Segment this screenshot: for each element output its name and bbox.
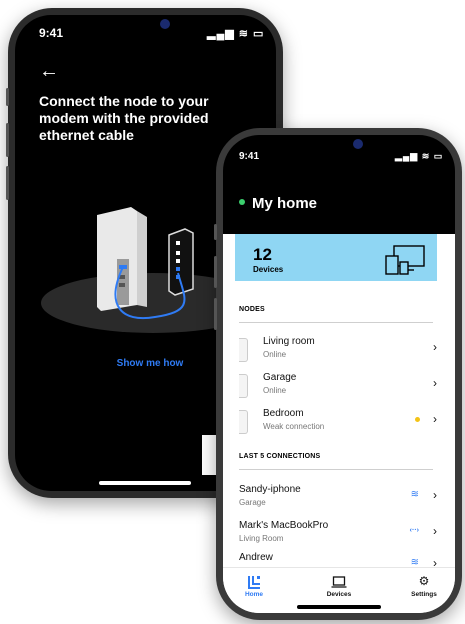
volume-down-button [214,298,217,330]
home-logo-icon [248,576,260,589]
node-status: Online [263,386,287,395]
home-indicator [297,605,381,609]
node-icon [239,374,248,398]
status-time: 9:41 [39,26,64,40]
node-status: Weak connection [263,422,325,431]
tab-label: Home [244,591,264,598]
tab-devices[interactable]: Devices [314,574,364,598]
connection-row-marks-macbookpro[interactable]: Mark's MacBookPro Living Room ‹··› › [239,518,437,552]
status-icons: ▂▄▆ ≋ ▭ [207,28,265,40]
node-icon [239,410,248,434]
notch [291,135,389,157]
camera-icon [160,19,170,29]
status-icons: ▂▄▆ ≋ ▭ [395,151,444,161]
node-row-living-room[interactable]: Living room Online › [239,334,437,368]
tab-bar: Home Devices ⚙ Settings [223,567,455,613]
mute-switch [6,88,9,106]
volume-down-button [6,166,9,200]
connections-header: LAST 5 CONNECTIONS [239,453,321,460]
home-indicator [99,481,191,485]
node-row-garage[interactable]: Garage Online › [239,370,437,404]
home-panel: 12 Devices NODES Living room Online › Ga… [223,234,455,613]
home-title: My home [239,195,317,212]
tab-label: Settings [411,591,437,598]
divider [239,469,433,470]
connection-location: Garage [239,498,266,507]
camera-icon [353,139,363,149]
devices-icon [385,245,425,275]
tab-label: Devices [326,591,352,598]
devices-count: 12 [253,245,272,264]
node-status: Online [263,350,287,359]
connection-location: Living Room [239,534,284,543]
connection-name: Mark's MacBookPro [239,520,329,531]
chevron-right-icon: › [433,340,437,354]
setup-title: Connect the node to your modem with the … [39,93,209,143]
node-icon [239,338,248,362]
phone-dashboard: 9:41 ▂▄▆ ≋ ▭ My home 12 Devices NODES Li… [214,128,462,620]
divider [239,322,433,323]
notch [90,15,200,37]
online-dot [239,199,245,206]
node-row-bedroom[interactable]: Bedroom Weak connection › [239,406,437,440]
chevron-right-icon: › [433,488,437,502]
nodes-header: NODES [239,306,265,313]
node-name: Garage [263,372,297,383]
ethernet-icon: ‹··› [409,527,419,534]
chevron-right-icon: › [433,376,437,390]
connection-name: Andrew [239,552,273,563]
node-name: Living room [263,336,315,347]
warning-dot-icon [415,417,420,422]
dashboard-screen: 9:41 ▂▄▆ ≋ ▭ My home 12 Devices NODES Li… [223,135,455,613]
status-time: 9:41 [239,151,260,162]
connection-row-sandy-iphone[interactable]: Sandy-iphone Garage ≋ › [239,482,437,516]
chevron-right-icon: › [433,524,437,538]
gear-icon: ⚙ [418,574,430,588]
devices-card[interactable]: 12 Devices [235,234,437,281]
tab-home[interactable]: Home [229,574,279,598]
volume-up-button [214,256,217,288]
show-me-how-link[interactable]: Show me how [75,358,225,369]
chevron-right-icon: › [433,412,437,426]
mute-switch [214,224,217,240]
back-button[interactable]: ← [39,61,59,81]
tab-settings[interactable]: ⚙ Settings [399,574,449,598]
devices-label: Devices [253,265,284,274]
volume-up-button [6,123,9,157]
laptop-icon [331,576,347,588]
home-title-text: My home [252,195,318,212]
wifi-icon: ≋ [410,489,419,500]
node-name: Bedroom [263,408,304,419]
connection-name: Sandy-iphone [239,484,301,495]
